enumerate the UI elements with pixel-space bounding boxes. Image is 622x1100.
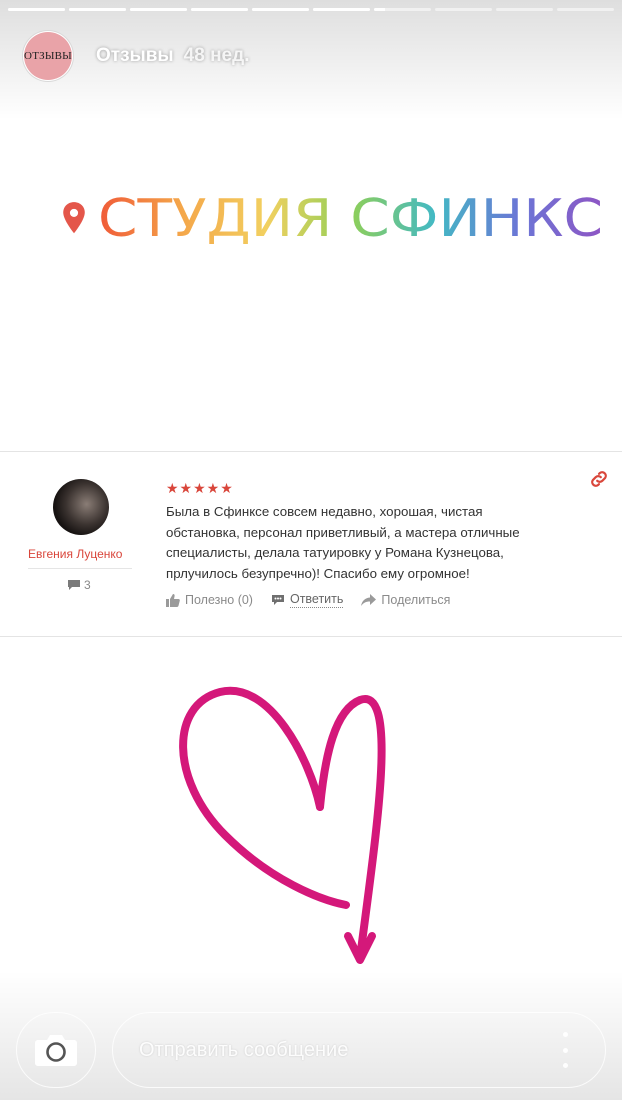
heart-doodle-icon [179,686,386,964]
thumbs-up-icon [166,593,180,607]
share-label: Поделиться [381,593,451,607]
review-count-value: 3 [84,578,91,592]
helpful-label: Полезно (0) [185,593,253,607]
share-arrow-icon [361,594,377,606]
progress-segment [8,8,65,11]
story-progress-bar [8,8,614,11]
message-placeholder: Отправить сообщение [139,1038,349,1061]
progress-segment [435,8,492,11]
camera-icon [35,1035,77,1066]
review-text: Была в Сфинксе совсем недавно, хорошая, … [166,504,520,581]
story-view[interactable]: ОТЗЫВЫ Отзывы 48 нед. СТУДИЯ СФИНКС Евге… [0,0,622,1100]
share-button[interactable]: Поделиться [361,593,450,607]
helpful-button[interactable]: Полезно (0) [166,593,253,607]
reply-label: Ответить [289,592,344,608]
camera-button[interactable] [16,1012,96,1088]
link-icon[interactable] [588,468,610,490]
studio-title-text: СТУДИЯ СФИНКС [98,189,603,249]
reviewer-avatar[interactable] [53,479,109,535]
progress-segment [557,8,614,11]
speech-bubble-icon [271,595,284,605]
story-timestamp: 48 нед. [183,45,250,66]
story-header[interactable]: ОТЗЫВЫ Отзывы 48 нед. [22,30,249,82]
review-actions: Полезно (0) Ответить Поделиться [166,592,468,608]
rating-stars: ★★★★★ [166,480,234,496]
story-author-name[interactable]: Отзывы [96,45,174,67]
progress-segment [313,8,370,11]
studio-title: СТУДИЯ СФИНКС [98,189,603,249]
reviewer-name[interactable]: Евгения Луценко [28,547,132,561]
more-options-icon[interactable] [561,1032,569,1068]
studio-banner: СТУДИЯ СФИНКС [60,186,608,250]
profile-avatar[interactable]: ОТЗЫВЫ [22,30,74,82]
progress-segment [191,8,248,11]
progress-segment [130,8,187,11]
progress-segment [252,8,309,11]
location-pin-icon [63,202,85,234]
reviewer-review-count: 3 [67,578,91,592]
review-card: Евгения Луценко 3 ★★★★★ Была в Сфинксе с… [0,451,622,637]
progress-segment [69,8,126,11]
avatar-label: ОТЗЫВЫ [24,50,72,62]
message-input[interactable]: Отправить сообщение [112,1012,606,1088]
comment-icon [68,580,80,590]
divider [28,568,132,569]
progress-segment [496,8,553,11]
reply-button[interactable]: Ответить [271,592,344,608]
progress-segment [374,8,431,11]
